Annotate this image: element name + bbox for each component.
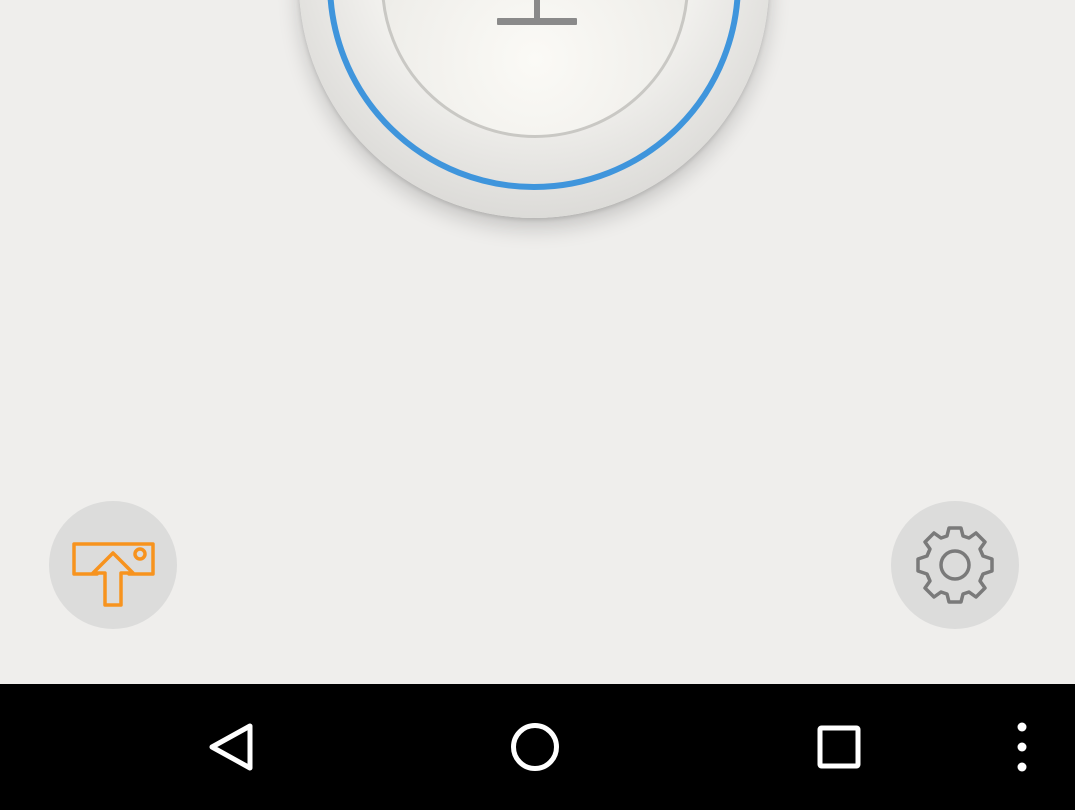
upload-button[interactable]	[49, 501, 177, 629]
recents-button[interactable]	[806, 714, 872, 780]
microphone-icon	[497, 0, 577, 25]
gear-icon	[916, 526, 994, 604]
back-button[interactable]	[200, 714, 266, 780]
navigation-bar	[0, 684, 1075, 810]
overflow-menu-icon	[1017, 722, 1027, 772]
recents-square-icon	[817, 725, 861, 769]
upload-to-screen-icon	[72, 542, 155, 607]
settings-button[interactable]	[891, 501, 1019, 629]
app-screen	[0, 0, 1075, 810]
home-circle-icon	[511, 723, 559, 771]
home-button[interactable]	[502, 714, 568, 780]
back-triangle-icon	[209, 723, 253, 771]
record-button[interactable]	[299, 0, 769, 218]
overflow-menu-button[interactable]	[1000, 714, 1044, 780]
